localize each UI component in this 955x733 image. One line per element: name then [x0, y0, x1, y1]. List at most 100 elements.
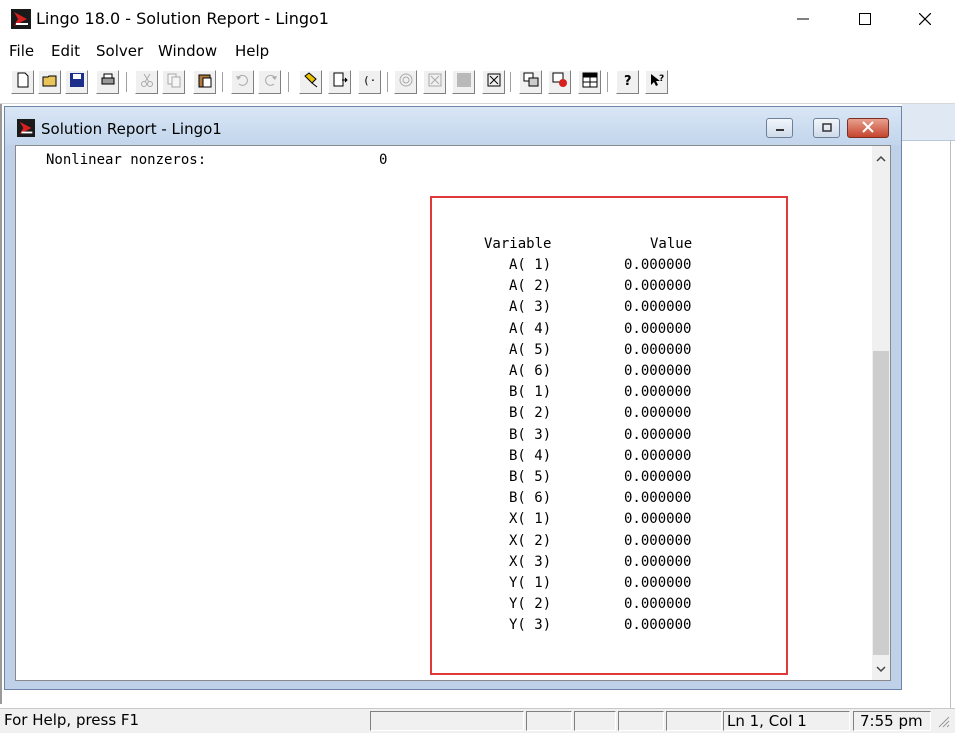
redo-icon	[262, 72, 278, 92]
cut-icon	[139, 72, 155, 92]
variable-name: X( 2)	[509, 532, 552, 549]
go-to-line-button[interactable]	[328, 70, 351, 94]
report-content: Nonlinear nonzeros: 0 Variable Value A( …	[16, 146, 872, 680]
variable-name: X( 3)	[509, 553, 552, 570]
cut-button[interactable]	[135, 70, 158, 94]
menu-solver[interactable]: Solver	[96, 42, 143, 60]
close-button[interactable]	[902, 6, 948, 34]
workspace-edge	[950, 140, 951, 710]
help-icon: ?	[620, 72, 636, 92]
menu-bar: File Edit Solver Window Help	[0, 39, 955, 63]
print-button[interactable]	[96, 70, 119, 94]
chevron-up-icon	[876, 148, 886, 166]
menu-edit[interactable]: Edit	[51, 42, 80, 60]
go-to-line-icon	[332, 72, 348, 92]
status-help: For Help, press F1	[4, 711, 140, 729]
child-minimize-button[interactable]	[766, 118, 793, 138]
status-panel	[618, 711, 664, 731]
solution-report-window: Solution Report - Lingo1 Nonlinear nonze…	[4, 106, 902, 690]
match-parenthesis-icon: (·)	[362, 72, 383, 92]
variable-value: 0.000000	[624, 469, 692, 485]
variable-value: 0.000000	[624, 617, 692, 634]
vertical-scrollbar[interactable]	[872, 146, 890, 680]
variable-name: Y( 3)	[509, 617, 552, 634]
status-bar: For Help, press F1 Ln 1, Col 1 7:55 pm	[0, 708, 955, 733]
solve-icon	[398, 72, 414, 92]
report-text-area[interactable]: Nonlinear nonzeros: 0 Variable Value A( …	[15, 145, 891, 681]
variable-value: 0.000000	[624, 384, 692, 401]
svg-text:?: ?	[624, 74, 632, 88]
header-value: Value	[650, 236, 693, 252]
solve-button[interactable]	[394, 70, 417, 94]
close-all-button[interactable]	[482, 70, 505, 94]
compile-button[interactable]	[423, 70, 446, 94]
new-file-icon	[15, 72, 31, 92]
restore-icon	[821, 119, 832, 137]
match-parenthesis-button[interactable]: (·)	[358, 70, 383, 94]
paste-button[interactable]	[193, 70, 216, 94]
find-button[interactable]	[299, 70, 322, 94]
status-panel	[574, 711, 616, 731]
copy-button[interactable]	[162, 70, 185, 94]
scrollbar-thumb[interactable]	[873, 351, 889, 655]
lingo-logo-icon	[11, 9, 31, 29]
compile-icon	[427, 72, 443, 92]
new-button[interactable]	[11, 70, 34, 94]
variable-value: 0.000000	[624, 426, 692, 443]
save-button[interactable]	[65, 70, 88, 94]
variable-value: 0.000000	[624, 447, 692, 464]
child-title: Solution Report - Lingo1	[41, 120, 222, 138]
menu-file[interactable]: File	[9, 42, 34, 60]
variable-value: 0.000000	[624, 363, 692, 379]
open-button[interactable]	[38, 70, 61, 94]
close-all-icon	[486, 72, 502, 92]
send-to-back-button[interactable]	[519, 70, 542, 94]
status-panel	[526, 711, 572, 731]
variable-name: A( 4)	[509, 320, 552, 337]
tile-icon	[582, 72, 598, 92]
tile-button[interactable]	[578, 70, 601, 94]
menu-window[interactable]: Window	[158, 42, 217, 60]
background-window-title	[902, 104, 955, 141]
variable-name: A( 6)	[509, 363, 552, 379]
variable-value: 0.000000	[624, 320, 692, 337]
svg-text:(·): (·)	[363, 74, 378, 87]
status-panel	[370, 711, 524, 731]
child-title-bar[interactable]: Solution Report - Lingo1	[5, 107, 901, 145]
stop-icon	[456, 72, 472, 92]
variable-name: X( 1)	[509, 511, 552, 528]
status-position: Ln 1, Col 1	[723, 711, 850, 731]
undo-button[interactable]	[231, 70, 254, 94]
nonlinear-label: Nonlinear nonzeros:	[46, 152, 207, 168]
help-pointer-icon: ?	[649, 72, 665, 92]
variable-name: A( 2)	[509, 278, 552, 295]
minimize-button[interactable]	[780, 6, 826, 34]
variable-value: 0.000000	[624, 532, 692, 549]
help-button[interactable]: ?	[616, 70, 639, 94]
child-close-button[interactable]	[847, 118, 889, 138]
variable-name: Y( 2)	[509, 596, 552, 613]
variable-name: A( 1)	[509, 257, 552, 273]
chevron-down-icon	[876, 660, 886, 678]
paste-icon	[197, 72, 213, 92]
save-icon	[69, 72, 85, 92]
close-window-button[interactable]	[548, 70, 571, 94]
variable-name: B( 4)	[509, 447, 552, 464]
stop-button[interactable]	[452, 70, 475, 94]
variable-name: A( 5)	[509, 341, 552, 358]
app-title: Lingo 18.0 - Solution Report - Lingo1	[36, 9, 329, 28]
toolbar-separator	[387, 72, 391, 92]
redo-button[interactable]	[258, 70, 281, 94]
print-icon	[100, 72, 116, 92]
scroll-up-button[interactable]	[872, 148, 890, 166]
toolbar-separator	[288, 72, 292, 92]
variable-value: 0.000000	[624, 511, 692, 528]
help-pointer-button[interactable]: ?	[645, 70, 668, 94]
toolbar-separator	[510, 72, 514, 92]
menu-help[interactable]: Help	[235, 42, 269, 60]
close-icon	[918, 11, 932, 29]
child-restore-button[interactable]	[813, 118, 840, 138]
resize-grip-icon[interactable]	[936, 714, 950, 732]
scroll-down-button[interactable]	[872, 660, 890, 678]
maximize-button[interactable]	[842, 6, 888, 34]
